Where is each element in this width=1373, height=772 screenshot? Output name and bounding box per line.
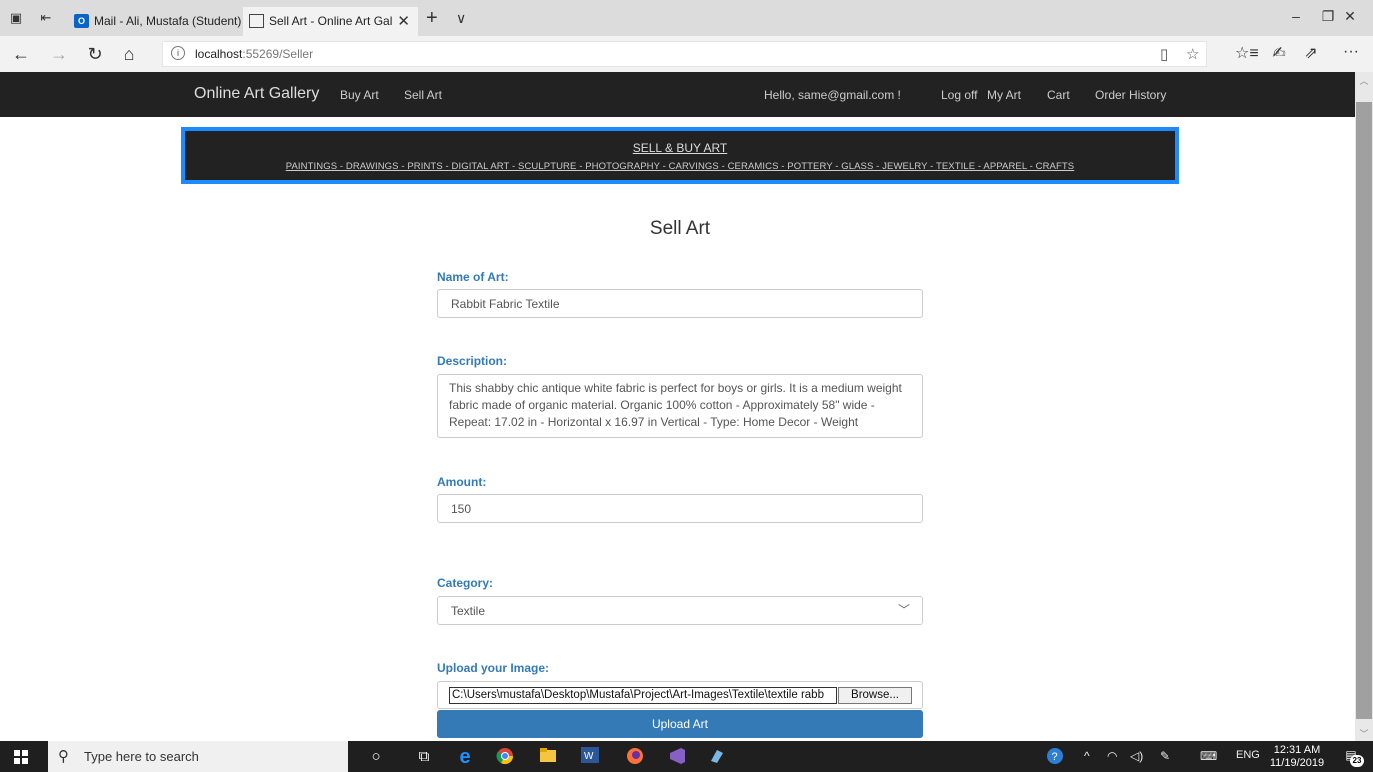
set-aside-tabs-icon[interactable]: ⇤ (38, 10, 54, 26)
banner-title-link[interactable]: SELL & BUY ART (185, 141, 1175, 155)
amount-label: Amount: (437, 475, 487, 489)
reading-view-icon[interactable]: ▯ (1160, 45, 1168, 63)
notification-count-badge: 23 (1350, 755, 1364, 767)
favorite-star-icon[interactable]: ☆ (1186, 45, 1199, 63)
favorites-list-icon[interactable]: ☆≡ (1235, 43, 1259, 63)
category-banner: SELL & BUY ART PAINTINGS - DRAWINGS - PR… (181, 127, 1179, 184)
url-input[interactable]: i localhost:55269/Seller ▯ ☆ (162, 41, 1207, 67)
description-textarea[interactable]: This shabby chic antique white fabric is… (437, 374, 923, 438)
taskbar-clock[interactable]: 12:31 AM 11/19/2019 (1264, 744, 1330, 770)
word-icon[interactable]: W (580, 747, 600, 767)
network-icon[interactable]: ◠ (1107, 749, 1117, 763)
category-label: Category: (437, 576, 494, 590)
page-icon (249, 14, 264, 28)
taskbar-search-box[interactable]: ⚲ Type here to search (48, 741, 348, 772)
name-input[interactable]: Rabbit Fabric Textile (437, 289, 923, 318)
language-indicator[interactable]: ENG (1236, 749, 1260, 761)
browse-button[interactable]: Browse... (838, 687, 912, 704)
keyboard-icon[interactable]: ⌨ (1200, 749, 1217, 763)
clock-date: 11/19/2019 (1269, 757, 1325, 769)
visual-studio-icon[interactable] (667, 747, 687, 767)
file-explorer-icon[interactable] (538, 747, 558, 767)
clock-time: 12:31 AM (1273, 744, 1321, 756)
close-tab-icon[interactable]: ✕ (397, 7, 410, 36)
back-button[interactable]: ← (10, 43, 32, 65)
page-title: Sell Art (649, 218, 711, 239)
brand-link[interactable]: Online Art Gallery (194, 85, 319, 103)
tab-sell-art[interactable]: Sell Art - Online Art Gal ✕ (243, 7, 418, 36)
chrome-icon[interactable] (495, 747, 515, 767)
nav-my-art[interactable]: My Art (987, 88, 1021, 102)
tab-title: Mail - Ali, Mustafa (Student) (94, 14, 241, 28)
scroll-down-icon[interactable]: ﹀ (1355, 727, 1373, 740)
upload-image-label: Upload your Image: (437, 661, 550, 675)
address-bar-row: ← → ↻ ⌂ i localhost:55269/Seller ▯ ☆ ☆≡ … (0, 36, 1373, 72)
nav-user-greeting[interactable]: Hello, same@gmail.com ! (764, 88, 901, 102)
tab-list-chevron-icon[interactable]: ∨ (456, 10, 466, 27)
site-info-icon[interactable]: i (171, 46, 185, 60)
taskbar-search-placeholder: Type here to search (84, 749, 199, 764)
volume-icon[interactable]: ◁) (1130, 749, 1143, 763)
nav-order-history[interactable]: Order History (1095, 88, 1166, 102)
category-select[interactable]: Textile ﹀ (437, 596, 923, 625)
share-icon[interactable]: ⇗ (1300, 43, 1322, 63)
browser-tab-strip: ▣ ⇤ O Mail - Ali, Mustafa (Student) Sell… (0, 0, 1373, 36)
nav-log-off[interactable]: Log off (941, 88, 977, 102)
nav-cart[interactable]: Cart (1047, 88, 1070, 102)
pen-workspace-icon[interactable]: ✎ (1160, 749, 1170, 763)
close-window-button[interactable]: ✕ (1327, 8, 1373, 25)
windows-taskbar: ⚲ Type here to search ○ ⧉ e W ? ^ ◠ ◁) ✎… (0, 741, 1373, 772)
chevron-down-icon: ﹀ (897, 603, 910, 617)
site-navbar: Online Art Gallery Buy Art Sell Art Hell… (0, 72, 1355, 117)
firefox-icon[interactable] (625, 747, 645, 767)
show-hidden-icons-chevron-icon[interactable]: ^ (1084, 749, 1090, 763)
forward-button[interactable]: → (48, 43, 70, 65)
search-icon: ⚲ (58, 748, 69, 765)
svg-text:W: W (584, 751, 594, 762)
description-label: Description: (437, 354, 508, 368)
pen-icon[interactable]: ✍ (1268, 43, 1290, 63)
tab-mail[interactable]: O Mail - Ali, Mustafa (Student) (68, 7, 241, 36)
file-upload-field: C:\Users\mustafa\Desktop\Mustafa\Project… (437, 681, 923, 709)
tab-preview-icon[interactable]: ▣ (8, 10, 24, 26)
help-icon[interactable]: ? (1046, 747, 1064, 768)
file-path-input[interactable]: C:\Users\mustafa\Desktop\Mustafa\Project… (449, 687, 837, 704)
scroll-thumb[interactable] (1356, 102, 1372, 719)
url-text: localhost:55269/Seller (195, 47, 314, 61)
cortana-icon[interactable]: ○ (366, 747, 386, 767)
svg-text:?: ? (1052, 751, 1058, 763)
page-scrollbar[interactable]: ︿ ﹀ (1355, 72, 1373, 741)
category-selected-value: Textile (451, 604, 486, 618)
nav-buy-art[interactable]: Buy Art (340, 88, 379, 102)
nav-sell-art[interactable]: Sell Art (404, 88, 442, 102)
outlook-icon: O (74, 14, 89, 28)
amount-input[interactable]: 150 (437, 494, 923, 523)
more-icon[interactable]: ··· (1340, 43, 1362, 61)
banner-categories-link[interactable]: PAINTINGS - DRAWINGS - PRINTS - DIGITAL … (185, 161, 1175, 172)
scroll-up-icon[interactable]: ︿ (1355, 74, 1373, 87)
home-button[interactable]: ⌂ (118, 43, 140, 65)
tab-title: Sell Art - Online Art Gal (269, 14, 393, 28)
new-tab-button[interactable]: + (426, 8, 438, 28)
refresh-button[interactable]: ↻ (84, 43, 106, 65)
name-label: Name of Art: (437, 270, 509, 284)
task-view-icon[interactable]: ⧉ (414, 747, 434, 767)
windows-start-icon[interactable] (14, 750, 28, 764)
app-icon[interactable] (707, 747, 727, 767)
edge-icon[interactable]: e (455, 747, 475, 767)
upload-art-button[interactable]: Upload Art (437, 710, 923, 738)
